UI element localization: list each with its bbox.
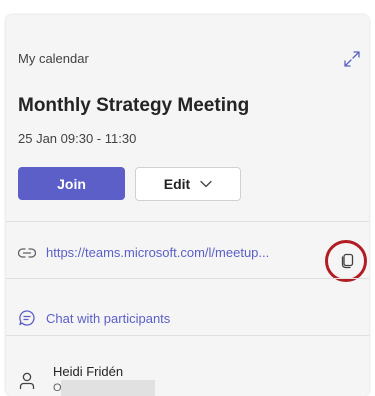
edit-button-label: Edit [163,176,191,192]
meeting-link-row[interactable]: https://teams.microsoft.com/l/meetup... [18,245,269,260]
divider [6,221,369,222]
chat-with-participants-link[interactable]: Chat with participants [46,311,170,326]
divider [6,278,369,279]
meeting-link[interactable]: https://teams.microsoft.com/l/meetup... [46,245,269,260]
redacted-area [61,380,155,396]
participant-name[interactable]: Heidi Fridén [53,364,123,379]
divider [6,335,369,336]
meeting-card: My calendar Monthly Strategy Meeting 25 … [6,15,369,396]
chat-row[interactable]: Chat with participants [18,309,170,327]
join-button[interactable]: Join [18,167,125,200]
join-button-label: Join [57,175,86,192]
calendar-label: My calendar [18,51,89,66]
highlight-circle [325,240,367,282]
edit-button[interactable]: Edit [135,167,241,201]
link-icon [18,247,36,258]
chevron-down-icon [200,180,212,188]
person-icon [19,372,35,389]
meeting-time: 25 Jan 09:30 - 11:30 [18,131,137,146]
meeting-title: Monthly Strategy Meeting [18,95,250,116]
chat-icon [19,310,35,326]
expand-icon[interactable] [343,50,361,68]
